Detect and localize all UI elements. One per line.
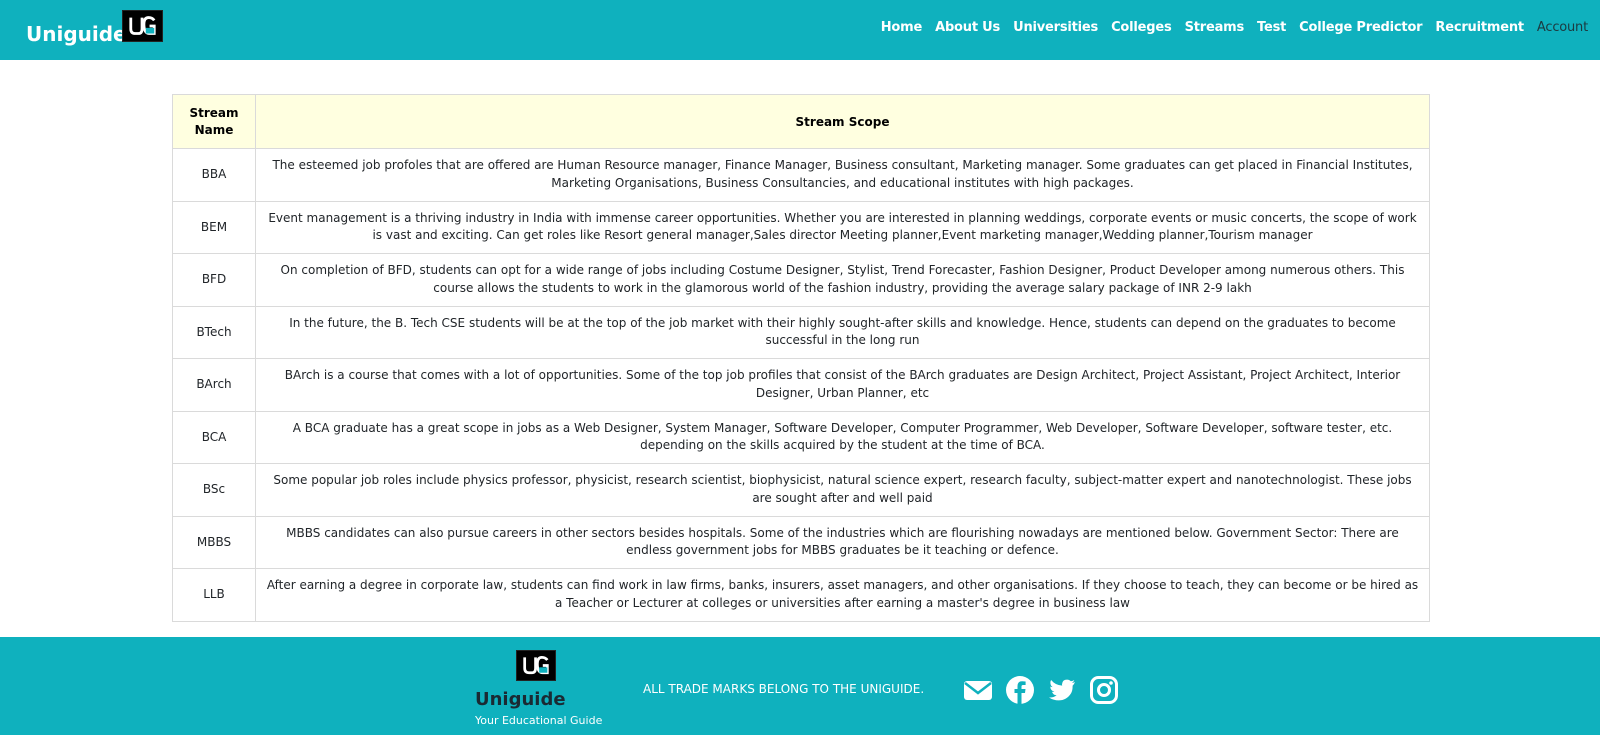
nav-link-colleges[interactable]: Colleges	[1111, 20, 1172, 35]
stream-scope-cell: MBBS candidates can also pursue careers …	[255, 515, 1430, 569]
footer-ug-logo	[516, 650, 556, 681]
stream-name-cell: LLB	[172, 568, 256, 622]
nav-link-home[interactable]: Home	[881, 20, 923, 35]
stream-scope-cell: On completion of BFD, students can opt f…	[255, 253, 1430, 307]
nav-link-account[interactable]: Account	[1537, 20, 1588, 35]
nav-link-streams[interactable]: Streams	[1185, 20, 1245, 35]
table-header-row: Stream Name Stream Scope	[172, 94, 1430, 149]
stream-scope-cell: Some popular job roles include physics p…	[255, 463, 1430, 517]
nav-link-test[interactable]: Test	[1257, 20, 1286, 35]
stream-scope-cell: After earning a degree in corporate law,…	[255, 568, 1430, 622]
stream-name-cell: BEM	[172, 200, 256, 254]
table-body: BBA The esteemed job profoles that are of…	[172, 148, 1430, 622]
footer: Uniguide Your Educational Guide ALL TRAD…	[0, 637, 1600, 735]
stream-name-cell: MBBS	[172, 515, 256, 569]
stream-scope-table-wrapper: Stream Name Stream Scope BBA The esteemed…	[172, 94, 1430, 622]
header-stream-name: Stream Name	[172, 94, 256, 149]
nav-link-universities[interactable]: Universities	[1013, 20, 1098, 35]
stream-name-cell: BSc	[172, 463, 256, 517]
table-row: BBA The esteemed job profoles that are of…	[172, 148, 1430, 202]
stream-name-cell: BFD	[172, 253, 256, 307]
brand-name[interactable]: Uniguide	[26, 22, 127, 46]
stream-scope-cell: In the future, the B. Tech CSE students …	[255, 305, 1430, 359]
twitter-icon[interactable]	[1047, 675, 1077, 705]
stream-scope-table: Stream Name Stream Scope BBA The esteemed…	[172, 94, 1430, 622]
trademark-notice: ALL TRADE MARKS BELONG TO THE UNIGUIDE.	[643, 682, 925, 696]
stream-scope-cell: BArch is a course that comes with a lot …	[255, 358, 1430, 412]
table-row: MBBS MBBS candidates can also pursue care…	[172, 515, 1430, 569]
footer-tagline: Your Educational Guide	[475, 714, 603, 727]
table-row: BArch BArch is a course that comes with a…	[172, 358, 1430, 412]
stream-scope-cell: Event management is a thriving industry …	[255, 200, 1430, 254]
table-row: BCA A BCA graduate has a great scope in j…	[172, 410, 1430, 464]
table-row: LLB After earning a degree in corporate l…	[172, 568, 1430, 622]
stream-name-cell: BTech	[172, 305, 256, 359]
stream-scope-cell: The esteemed job profoles that are offer…	[255, 148, 1430, 202]
nav-link-recruitment[interactable]: Recruitment	[1435, 20, 1524, 35]
facebook-icon[interactable]	[1005, 675, 1035, 705]
stream-scope-cell: A BCA graduate has a great scope in jobs…	[255, 410, 1430, 464]
stream-name-cell: BCA	[172, 410, 256, 464]
instagram-icon[interactable]	[1089, 675, 1119, 705]
stream-name-cell: BArch	[172, 358, 256, 412]
table-row: BTech In the future, the B. Tech CSE stud…	[172, 305, 1430, 359]
top-navbar: Uniguide Home About Us Universities College…	[0, 0, 1600, 60]
envelope-icon[interactable]	[963, 675, 993, 705]
nav-link-college-predictor[interactable]: College Predictor	[1299, 20, 1422, 35]
nav-link-about-us[interactable]: About Us	[935, 20, 1000, 35]
table-row: BEM Event management is a thriving indust…	[172, 200, 1430, 254]
footer-brand-name: Uniguide	[475, 689, 566, 710]
main-nav: Home About Us Universities Colleges Streams T…	[868, 20, 1588, 35]
table-row: BFD On completion of BFD, students can op…	[172, 253, 1430, 307]
table-row: BSc Some popular job roles include physic…	[172, 463, 1430, 517]
stream-name-cell: BBA	[172, 148, 256, 202]
header-stream-scope: Stream Scope	[255, 94, 1430, 149]
ug-logo[interactable]	[122, 10, 163, 42]
